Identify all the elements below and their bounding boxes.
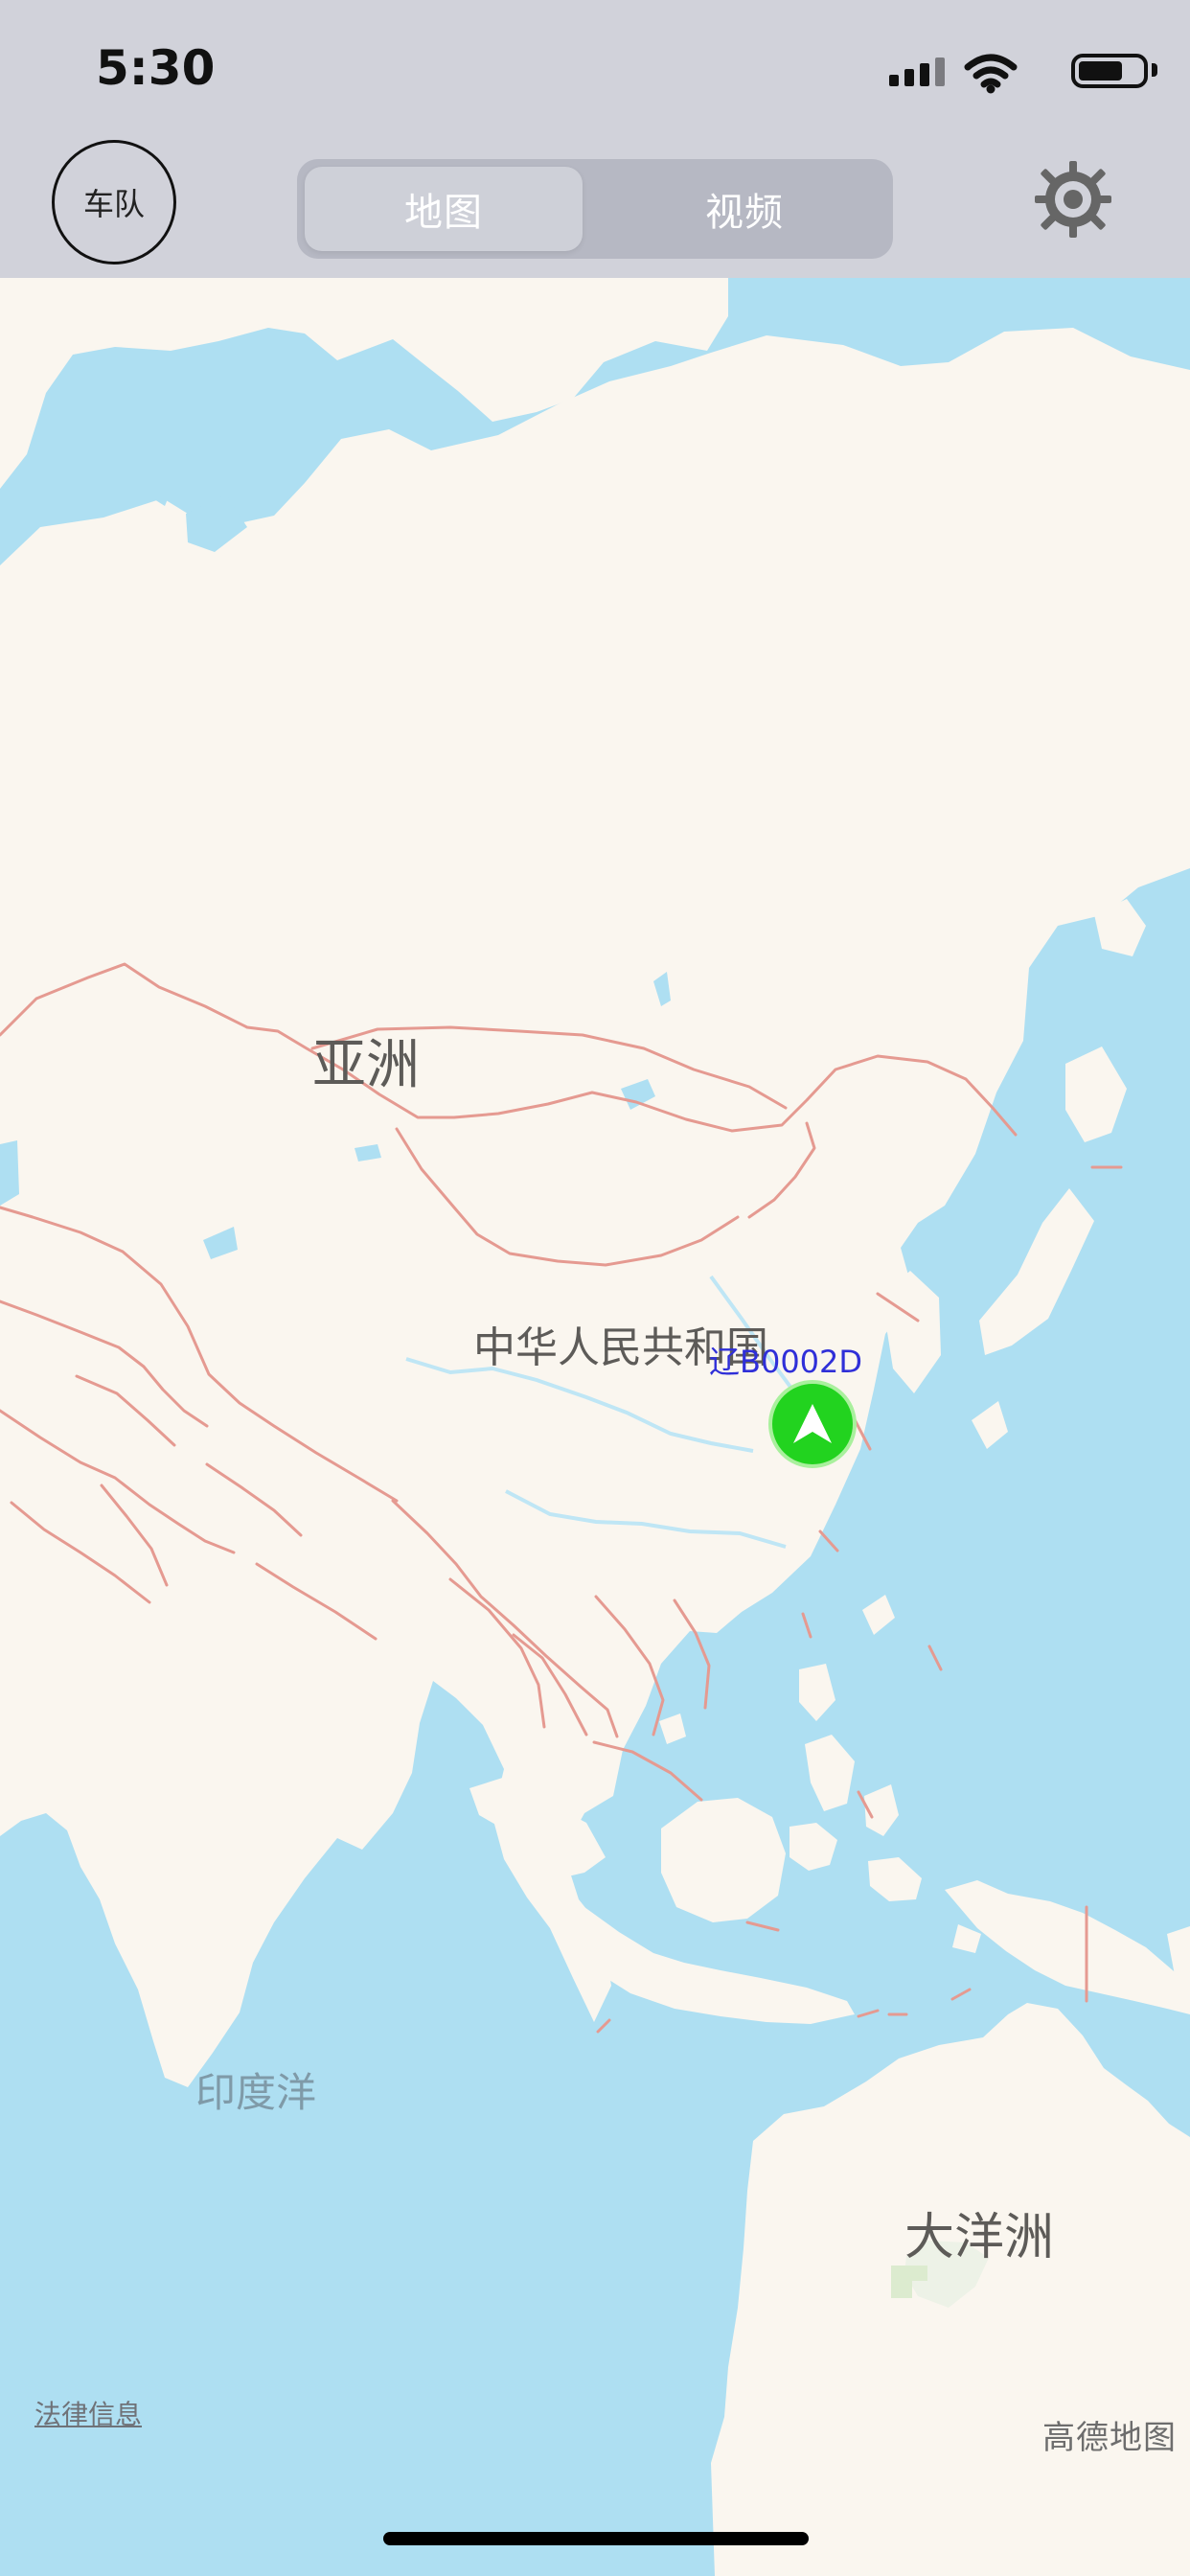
battery-icon [1071, 54, 1148, 88]
app-screen: 5:30 车队 地图 视频 亚洲 中华人民共和国 辽B0002D 印度洋 大洋洲… [0, 0, 1190, 2576]
tab-video[interactable]: 视频 [606, 167, 883, 251]
map-view[interactable]: 亚洲 中华人民共和国 辽B0002D 印度洋 大洋洲 法律信息 高德地图 [0, 278, 1190, 2576]
battery-tip [1152, 63, 1157, 77]
view-switcher: 地图 视频 [297, 159, 893, 259]
status-time: 5:30 [96, 40, 216, 96]
map-label-oceania: 大洋洲 [904, 2209, 1055, 2266]
gear-icon[interactable] [1031, 157, 1115, 242]
status-icons [889, 48, 1157, 94]
wifi-icon [964, 54, 1018, 94]
legal-info-link[interactable]: 法律信息 [34, 2394, 142, 2432]
tab-map[interactable]: 地图 [305, 167, 583, 251]
home-indicator[interactable] [383, 2532, 809, 2545]
navigation-arrow-icon [793, 1404, 832, 1443]
map-label-asia: 亚洲 [312, 1034, 420, 1096]
map-label-indian-ocean: 印度洋 [195, 2069, 317, 2116]
team-button[interactable]: 车队 [52, 140, 176, 264]
top-bar: 5:30 车队 地图 视频 [0, 0, 1190, 278]
vehicle-plate-label: 辽B0002D [709, 1344, 863, 1380]
vehicle-marker[interactable] [768, 1380, 857, 1468]
signal-icon [889, 48, 949, 94]
map-provider-logo: 高德地图 [1042, 2419, 1177, 2457]
battery-fill [1079, 61, 1122, 80]
